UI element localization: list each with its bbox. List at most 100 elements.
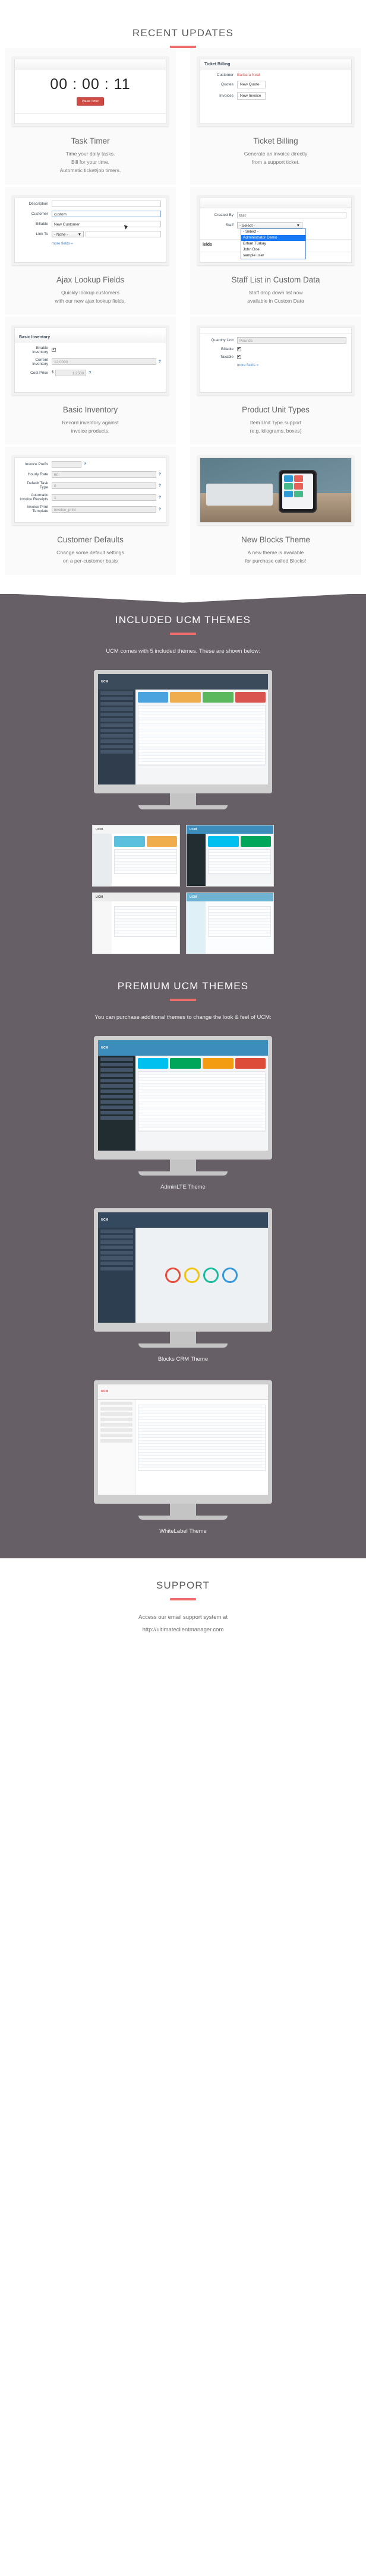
help-icon[interactable]: ? <box>159 484 161 488</box>
default-task-type-input[interactable]: 0 <box>52 482 157 489</box>
themes-section: INCLUDED UCM THEMES UCM comes with 5 inc… <box>0 593 366 1558</box>
staff-select[interactable]: - Select - ▼ <box>237 221 302 228</box>
imac-screen-bezel: UCM <box>94 669 272 793</box>
feature-description: Change some default settings on a per-cu… <box>56 549 124 564</box>
link-to-text-input[interactable] <box>86 230 161 237</box>
more-fields-link[interactable]: more fields » <box>52 242 166 246</box>
basic-inventory-screenshot: Basic Inventory Enable Inventory Current… <box>14 327 166 393</box>
field-label: Staff <box>225 223 234 227</box>
dropdown-option[interactable]: sample user <box>241 253 305 259</box>
description-input[interactable] <box>52 200 161 207</box>
product-unit-types-screenshot: Quantity Unit Pounds Billable Taxable mo… <box>200 327 352 393</box>
section-wedge <box>0 593 366 603</box>
form-row: Invoice Print Template invoice_print ? <box>20 505 161 513</box>
app-tile <box>294 490 304 497</box>
app-main <box>135 689 268 784</box>
feature-row: Invoice Prefix ? Hourly Rate 60 ? Defaul… <box>0 447 366 577</box>
dropdown-option-selected[interactable]: Administrator Demo <box>241 234 305 241</box>
screenshot-frame: Description Customer custom Billable New… <box>12 195 169 265</box>
premium-themes-subtitle: You can purchase additional themes to ch… <box>0 1014 366 1021</box>
new-invoice-button[interactable]: New Invoice <box>237 92 266 100</box>
help-icon[interactable]: ? <box>159 360 161 364</box>
hourly-rate-input[interactable]: 60 <box>52 471 157 478</box>
field-label: Hourly Rate <box>27 472 48 477</box>
created-by-input[interactable]: test <box>237 211 346 218</box>
theme-thumbnail[interactable]: UCM <box>92 892 180 954</box>
field-label: Current Inventory <box>32 357 48 366</box>
feature-card-new-blocks-theme[interactable]: New Blocks Theme A new theme is availabl… <box>190 447 361 575</box>
form-row: Billable New Customer <box>20 220 161 227</box>
help-icon[interactable]: ? <box>159 507 161 512</box>
feature-title: Ajax Lookup Fields <box>56 275 125 284</box>
imac-stand-base <box>138 1171 228 1176</box>
feature-card-staff-list[interactable]: Created By test Staff - Select - ▼ - Sel… <box>190 186 361 315</box>
feature-card-customer-defaults[interactable]: Invoice Prefix ? Hourly Rate 60 ? Defaul… <box>5 447 176 575</box>
theme-thumbnail[interactable]: UCM <box>186 824 274 887</box>
cost-price-input[interactable]: 1.2500 <box>55 369 87 376</box>
app-tile <box>284 475 294 482</box>
form-row: Description <box>20 200 161 207</box>
task-timer-screenshot: 00 : 00 : 11 Pause Timer <box>14 59 166 124</box>
imac-stand-neck <box>170 1331 196 1343</box>
data-table <box>137 704 266 766</box>
link-to-select[interactable]: - None - ▼ <box>52 230 84 237</box>
app-sidebar <box>98 689 135 784</box>
form-row: Created By test <box>205 211 346 218</box>
feature-description: Quickly lookup customers with our new aj… <box>55 289 126 304</box>
feature-cards: 00 : 00 : 11 Pause Timer Task Timer Time… <box>0 48 366 577</box>
form-row: Taxable <box>205 354 346 359</box>
staff-dropdown-list[interactable]: - Select - Administrator Demo Erhan Türk… <box>241 228 306 259</box>
feature-card-ticket-billing[interactable]: Ticket Billing Customer Barbara Neal Quo… <box>190 48 361 185</box>
app-tile <box>284 490 294 497</box>
imac-stand-base <box>138 1515 228 1520</box>
chevron-down-icon: ▼ <box>296 223 300 228</box>
help-icon[interactable]: ? <box>89 371 91 375</box>
support-url[interactable]: http://ultimateclientmanager.com <box>0 1625 366 1635</box>
quantity-unit-input[interactable]: Pounds <box>237 336 346 344</box>
help-icon[interactable]: ? <box>159 495 161 500</box>
theme-thumbnail[interactable]: UCM <box>186 892 274 954</box>
dropdown-option[interactable]: Erhan Türkay <box>241 241 305 247</box>
screenshot-frame: Invoice Prefix ? Hourly Rate 60 ? Defaul… <box>12 455 169 526</box>
phone-illustration <box>200 458 351 523</box>
feature-card-basic-inventory[interactable]: Basic Inventory Enable Inventory Current… <box>5 316 176 445</box>
feature-card-task-timer[interactable]: 00 : 00 : 11 Pause Timer Task Timer Time… <box>5 48 176 185</box>
feature-card-ajax-lookup[interactable]: Description Customer custom Billable New… <box>5 186 176 315</box>
form-row: Hourly Rate 60 ? <box>20 471 161 478</box>
feature-description: A new theme is available for purchase ca… <box>245 549 307 564</box>
keyboard-icon <box>206 484 273 506</box>
form-row: Cost Price $ 1.2500 ? <box>20 369 161 376</box>
enable-inventory-checkbox[interactable] <box>52 347 56 352</box>
billable-checkbox[interactable] <box>237 347 241 351</box>
dropdown-option[interactable]: - Select - <box>241 229 305 235</box>
field-label: Description <box>29 201 48 206</box>
form-row: Default Task Type 0 ? <box>20 481 161 490</box>
premium-themes-title: PREMIUM UCM THEMES <box>117 973 249 992</box>
more-fields-link[interactable]: more fields » <box>237 363 351 367</box>
title-underline <box>170 632 196 635</box>
new-quote-button[interactable]: New Quote <box>237 81 266 88</box>
invoice-print-template-input[interactable]: invoice_print <box>52 506 157 513</box>
title-underline <box>170 998 196 1001</box>
feature-card-product-unit-types[interactable]: Quantity Unit Pounds Billable Taxable mo… <box>190 316 361 445</box>
ticket-billing-screenshot: Ticket Billing Customer Barbara Neal Quo… <box>200 59 352 124</box>
taxable-checkbox[interactable] <box>237 354 241 359</box>
help-icon[interactable]: ? <box>159 472 161 477</box>
blocks-theme-photo <box>200 458 352 523</box>
customer-value: Barbara Neal <box>237 73 260 77</box>
current-inventory-input[interactable]: 12.0000 <box>52 358 157 366</box>
theme-thumbnail-row: UCM UCM <box>0 824 366 887</box>
pause-timer-button[interactable]: Pause Timer <box>77 97 104 106</box>
help-icon[interactable]: ? <box>84 462 86 466</box>
field-label: Billable <box>36 221 48 226</box>
theme-thumbnail[interactable]: UCM <box>92 824 180 887</box>
invoice-prefix-input[interactable] <box>52 461 81 468</box>
form-row: Invoice Prefix ? <box>20 461 161 468</box>
dropdown-option[interactable]: John Doe <box>241 247 305 253</box>
automatic-invoice-receipts-input[interactable]: 1 <box>52 494 157 501</box>
customer-lookup-input[interactable]: custom <box>52 210 161 217</box>
app-tile <box>294 482 304 490</box>
customer-suggestion-item[interactable]: New Customer <box>52 220 161 227</box>
panel-header <box>15 59 166 69</box>
form-row: Invoices New Invoice <box>205 92 346 100</box>
